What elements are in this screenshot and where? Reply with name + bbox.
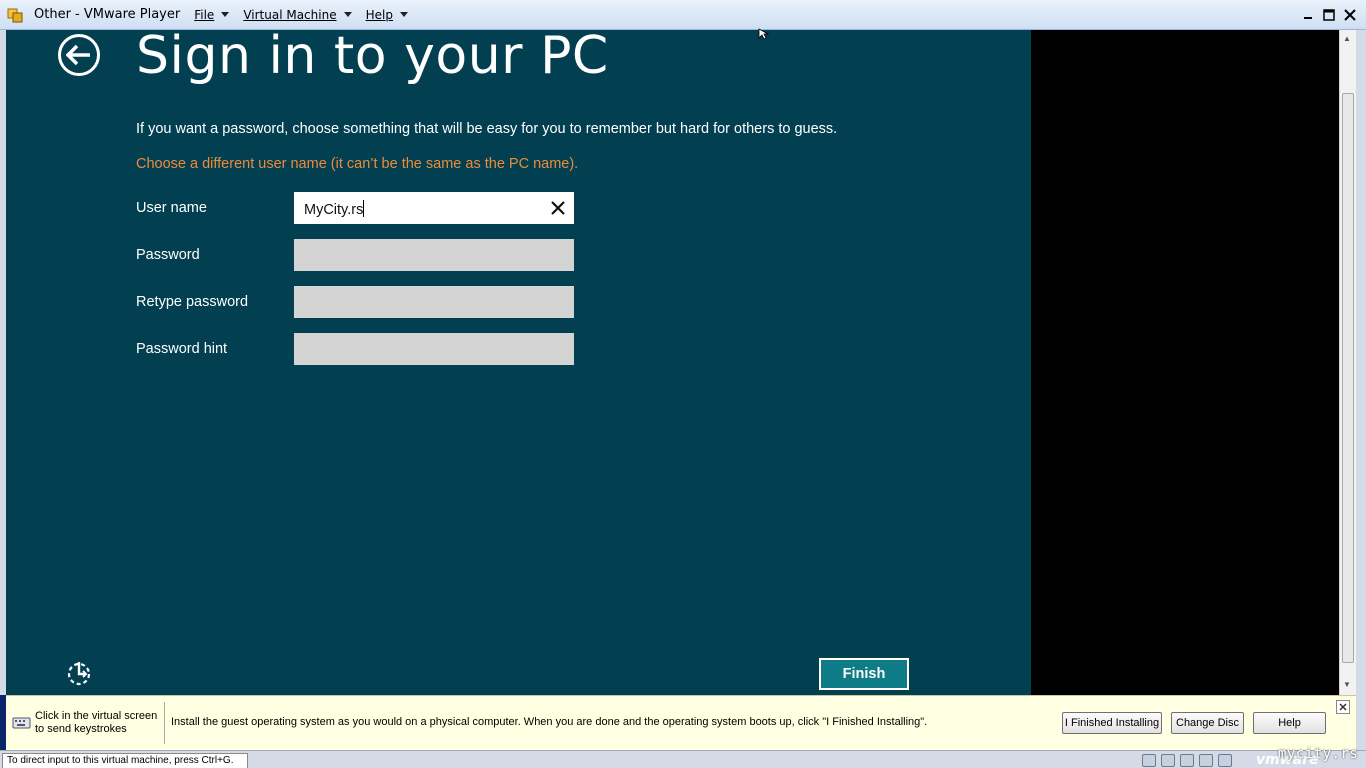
password-field[interactable] [294,239,574,271]
menu-file[interactable]: File [194,7,230,22]
instruction-text: If you want a password, choose something… [136,121,838,137]
status-message: To direct input to this virtual machine,… [2,753,248,768]
vertical-scrollbar[interactable]: ▲ ▼ [1339,30,1356,695]
back-button[interactable] [58,34,100,76]
clear-button[interactable] [548,198,568,218]
username-value: MyCity.rs [304,202,364,218]
change-disc-button[interactable]: Change Disc [1171,712,1244,734]
maximize-icon [1322,9,1335,21]
hint-bar: Click in the virtual screen to send keys… [6,695,1356,750]
hint-click-line1: Click in the virtual screen [35,710,158,722]
floppy-icon[interactable] [1180,754,1194,767]
close-button[interactable] [1339,5,1360,25]
username-label: User name [136,200,207,216]
sound-icon[interactable] [1218,754,1232,767]
chevron-down-icon [343,12,352,17]
close-icon [1343,9,1356,21]
menu-help[interactable]: Help [366,8,408,22]
virtual-screen[interactable]: Sign in to your PC If you want a passwor… [6,30,1031,695]
password-hint-label: Password hint [136,341,228,357]
hint-click-line2: to send keystrokes [35,723,127,735]
help-button[interactable]: Help [1253,712,1326,734]
network-icon[interactable] [1199,754,1213,767]
password-label: Password [136,247,200,263]
menu-file-label: File [194,7,215,22]
password-hint-row: Password hint [136,333,576,365]
chevron-down-icon [221,12,230,17]
cd-drive-icon[interactable] [1161,754,1175,767]
watermark: mycity.rs [1278,746,1359,762]
title-bar: Other - VMware Player File Virtual Machi… [0,0,1366,30]
scroll-thumb[interactable] [1342,93,1354,663]
finished-installing-button[interactable]: I Finished Installing [1062,712,1162,734]
password-hint-field[interactable] [294,333,574,365]
window-controls [1297,5,1360,25]
chevron-down-icon [399,12,408,17]
retype-password-label: Retype password [136,294,249,310]
scroll-down-icon[interactable]: ▼ [1343,680,1351,689]
page-title: Sign in to your PC [136,30,609,86]
error-message: Choose a different user name (it can’t b… [136,156,579,172]
username-field[interactable]: MyCity.rs [294,192,574,224]
vmware-app-icon [6,6,24,24]
unused-screen-area [1031,30,1339,695]
finish-button[interactable]: Finish [819,658,909,690]
menu-virtual-machine[interactable]: Virtual Machine [243,7,352,22]
retype-password-row: Retype password [136,286,576,318]
close-icon [551,201,565,215]
minimize-button[interactable] [1297,5,1318,25]
window-title: Other - VMware Player [34,7,181,22]
retype-password-field[interactable] [294,286,574,318]
vmware-player-window: Other - VMware Player File Virtual Machi… [0,0,1366,768]
status-bar: To direct input to this virtual machine,… [0,750,1366,768]
ease-of-access-icon[interactable] [64,658,94,688]
minimize-icon [1303,17,1312,19]
close-icon [1339,703,1347,711]
menu-bar: File Virtual Machine Help [194,8,422,22]
password-row: Password [136,239,576,271]
scroll-up-icon[interactable]: ▲ [1343,34,1351,43]
maximize-button[interactable] [1318,5,1339,25]
hint-message: Install the guest operating system as yo… [171,716,928,728]
username-row: User name MyCity.rs [136,192,576,224]
hard-disk-icon[interactable] [1142,754,1156,767]
hint-divider [164,702,165,744]
menu-help-label: Help [365,7,393,22]
window-right-border [1356,30,1366,768]
mouse-cursor-icon [758,27,770,40]
keyboard-icon [12,715,32,731]
text-caret [363,200,365,217]
device-icons [1142,754,1237,767]
menu-virtual-machine-label: Virtual Machine [243,7,337,22]
hint-close-button[interactable] [1336,700,1350,714]
arrow-left-icon [66,44,90,66]
